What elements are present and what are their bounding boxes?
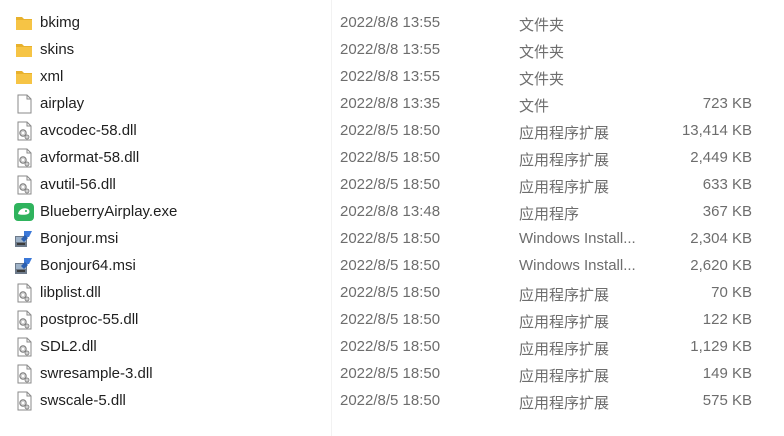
- file-type: Windows Install...: [519, 230, 636, 247]
- file-date-modified: 2022/8/8 13:55: [340, 68, 441, 85]
- file-type: 文件夹: [519, 17, 565, 34]
- list-item[interactable]: Bonjour64.msi 2022/8/5 18:50 Windows Insta…: [0, 253, 784, 280]
- file-type: 应用程序扩展: [519, 314, 610, 331]
- file-name: postproc-55.dll: [40, 311, 139, 328]
- file-size: 633 KB: [702, 176, 752, 193]
- file-type: 应用程序扩展: [519, 179, 610, 196]
- dll-icon: [12, 146, 36, 170]
- list-item[interactable]: xml 2022/8/8 13:55 文件夹: [0, 64, 784, 91]
- file-date-modified: 2022/8/5 18:50: [340, 284, 441, 301]
- list-item[interactable]: Bonjour.msi 2022/8/5 18:50 Windows Install…: [0, 226, 784, 253]
- file-name: BlueberryAirplay.exe: [40, 203, 178, 220]
- file-date-modified: 2022/8/5 18:50: [340, 338, 441, 355]
- file-type: 应用程序扩展: [519, 125, 610, 142]
- file-icon: [12, 92, 36, 116]
- list-item[interactable]: skins 2022/8/8 13:55 文件夹: [0, 37, 784, 64]
- list-item[interactable]: swscale-5.dll 2022/8/5 18:50 应用程序扩展 575 KB: [0, 388, 784, 415]
- list-item[interactable]: postproc-55.dll 2022/8/5 18:50 应用程序扩展 122 K…: [0, 307, 784, 334]
- file-size: 367 KB: [702, 203, 752, 220]
- file-name: xml: [40, 68, 64, 85]
- dll-icon: [12, 119, 36, 143]
- file-date-modified: 2022/8/8 13:55: [340, 41, 441, 58]
- file-type: 应用程序扩展: [519, 341, 610, 358]
- file-type: 文件夹: [519, 44, 565, 61]
- file-date-modified: 2022/8/8 13:48: [340, 203, 441, 220]
- file-name: airplay: [40, 95, 85, 112]
- file-name: swresample-3.dll: [40, 365, 153, 382]
- file-type: 应用程序: [519, 206, 580, 223]
- file-name: SDL2.dll: [40, 338, 97, 355]
- file-size: 2,449 KB: [690, 149, 752, 166]
- list-item[interactable]: avcodec-58.dll 2022/8/5 18:50 应用程序扩展 13,414…: [0, 118, 784, 145]
- file-name: bkimg: [40, 14, 81, 31]
- msi-icon: [12, 227, 36, 251]
- file-size: 1,129 KB: [690, 338, 752, 355]
- list-item[interactable]: BlueberryAirplay.exe 2022/8/8 13:48 应用程序 36…: [0, 199, 784, 226]
- file-type: 应用程序扩展: [519, 152, 610, 169]
- list-item[interactable]: avutil-56.dll 2022/8/5 18:50 应用程序扩展 633 KB: [0, 172, 784, 199]
- file-date-modified: 2022/8/5 18:50: [340, 149, 441, 166]
- file-name: avutil-56.dll: [40, 176, 116, 193]
- file-date-modified: 2022/8/5 18:50: [340, 176, 441, 193]
- dll-icon: [12, 308, 36, 332]
- list-item[interactable]: avformat-58.dll 2022/8/5 18:50 应用程序扩展 2,449…: [0, 145, 784, 172]
- folder-icon: [12, 11, 36, 35]
- file-type: 文件: [519, 98, 550, 115]
- file-size: 13,414 KB: [681, 122, 752, 139]
- list-item[interactable]: libplist.dll 2022/8/5 18:50 应用程序扩展 70 KB: [0, 280, 784, 307]
- dll-icon: [12, 335, 36, 359]
- folder-icon: [12, 65, 36, 89]
- file-name: libplist.dll: [40, 284, 101, 301]
- file-date-modified: 2022/8/5 18:50: [340, 122, 441, 139]
- dll-icon: [12, 173, 36, 197]
- file-type: 文件夹: [519, 71, 565, 88]
- file-name: Bonjour64.msi: [40, 257, 136, 274]
- file-name: avformat-58.dll: [40, 149, 140, 166]
- file-name: swscale-5.dll: [40, 392, 126, 409]
- file-date-modified: 2022/8/5 18:50: [340, 392, 441, 409]
- list-item[interactable]: SDL2.dll 2022/8/5 18:50 应用程序扩展 1,129 KB: [0, 334, 784, 361]
- file-size: 575 KB: [702, 392, 752, 409]
- file-type: 应用程序扩展: [519, 287, 610, 304]
- file-size: 723 KB: [702, 95, 752, 112]
- list-item[interactable]: swresample-3.dll 2022/8/5 18:50 应用程序扩展 149 …: [0, 361, 784, 388]
- file-size: 2,304 KB: [690, 230, 752, 247]
- file-date-modified: 2022/8/5 18:50: [340, 311, 441, 328]
- file-size: 2,620 KB: [690, 257, 752, 274]
- list-item[interactable]: airplay 2022/8/8 13:35 文件 723 KB: [0, 91, 784, 118]
- file-type: 应用程序扩展: [519, 395, 610, 412]
- file-type: Windows Install...: [519, 257, 636, 274]
- dll-icon: [12, 389, 36, 413]
- file-date-modified: 2022/8/8 13:35: [340, 95, 441, 112]
- file-date-modified: 2022/8/8 13:55: [340, 14, 441, 31]
- file-date-modified: 2022/8/5 18:50: [340, 230, 441, 247]
- file-type: 应用程序扩展: [519, 368, 610, 385]
- file-name: skins: [40, 41, 75, 58]
- file-size: 70 KB: [711, 284, 752, 301]
- file-size: 149 KB: [702, 365, 752, 382]
- msi-icon: [12, 254, 36, 278]
- folder-icon: [12, 38, 36, 62]
- file-name: avcodec-58.dll: [40, 122, 137, 139]
- file-name: Bonjour.msi: [40, 230, 119, 247]
- dll-icon: [12, 362, 36, 386]
- file-size: 122 KB: [702, 311, 752, 328]
- list-item[interactable]: bkimg 2022/8/8 13:55 文件夹: [0, 10, 784, 37]
- file-date-modified: 2022/8/5 18:50: [340, 257, 441, 274]
- dll-icon: [12, 281, 36, 305]
- exe-icon: [12, 200, 36, 224]
- file-date-modified: 2022/8/5 18:50: [340, 365, 441, 382]
- file-list: bkimg 2022/8/8 13:55 文件夹 skins 2022/8/8 13:…: [0, 0, 784, 436]
